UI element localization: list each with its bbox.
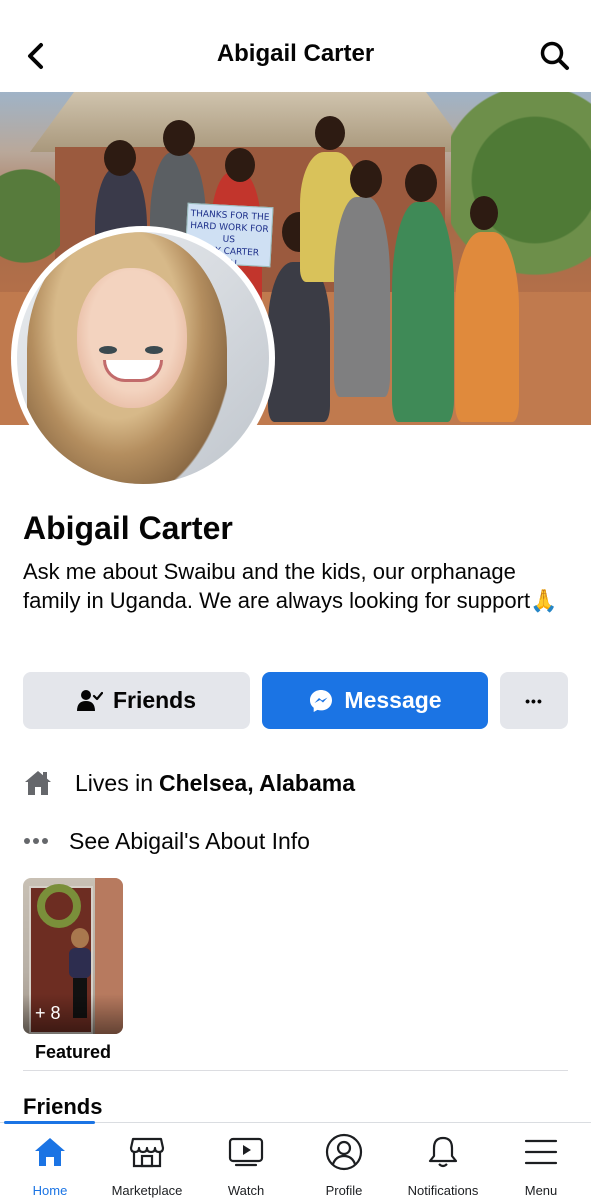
about-info-label: See Abigail's About Info [69, 827, 310, 854]
friends-button[interactable]: Friends [23, 672, 250, 729]
friends-button-label: Friends [112, 687, 197, 713]
messenger-icon [310, 689, 333, 712]
menu-icon [520, 1131, 562, 1173]
cover-child-head [163, 120, 195, 156]
featured-child-head [71, 928, 89, 948]
active-tab-indicator [4, 1121, 95, 1124]
search-button[interactable] [535, 36, 575, 76]
profile-avatar[interactable] [11, 226, 275, 490]
tab-label: Home [32, 1183, 68, 1198]
tab-menu[interactable]: Menu [491, 1131, 591, 1199]
top-header: Abigail Carter [0, 0, 591, 92]
tab-label: Marketplace [111, 1183, 183, 1198]
featured-wreath [37, 884, 81, 928]
home-icon [29, 1131, 71, 1173]
featured-collection-thumbnail[interactable]: + 8 [23, 878, 123, 1034]
cover-child [334, 197, 390, 397]
tab-label: Notifications [407, 1183, 479, 1198]
marketplace-icon [126, 1131, 168, 1173]
section-divider [23, 1070, 568, 1071]
page-title: Abigail Carter [216, 40, 375, 67]
cover-child [455, 232, 519, 422]
featured-count: + 8 [35, 1003, 61, 1023]
cover-child-head [470, 196, 498, 230]
cover-child-head [104, 140, 136, 176]
message-button[interactable]: Message [262, 672, 488, 729]
tab-profile[interactable]: Profile [294, 1131, 394, 1199]
profile-icon [323, 1131, 365, 1173]
home-icon [23, 766, 63, 800]
lives-in-row[interactable]: Lives in Chelsea, Alabama [23, 766, 355, 800]
message-button-label: Message [344, 687, 442, 713]
more-options-button[interactable]: ••• [500, 672, 568, 729]
cover-child-head [225, 148, 255, 182]
watch-icon [225, 1131, 267, 1173]
tab-marketplace[interactable]: Marketplace [97, 1131, 197, 1199]
friend-check-icon [76, 689, 103, 711]
featured-child-body [69, 948, 91, 978]
more-horizontal-icon [23, 824, 57, 858]
bottom-tab-bar: Home Marketplace Watch Profile Notificat… [0, 1121, 591, 1200]
tab-label: Profile [325, 1183, 363, 1198]
search-icon [540, 41, 569, 70]
profile-bio: Ask me about Swaibu and the kids, our or… [23, 559, 558, 613]
more-dots-icon: ••• [525, 692, 543, 709]
cover-child [392, 202, 454, 422]
lives-in-prefix: Lives in [75, 769, 153, 796]
avatar-eye [99, 346, 117, 354]
cover-child-head [350, 160, 382, 198]
cover-child [268, 262, 330, 422]
cover-roof [30, 92, 470, 152]
featured-label: Featured [34, 1042, 112, 1062]
about-info-row[interactable]: See Abigail's About Info [23, 824, 310, 858]
cover-child-head [405, 164, 437, 202]
lives-in-place[interactable]: Chelsea, Alabama [159, 770, 355, 797]
tab-home[interactable]: Home [0, 1131, 100, 1199]
tab-label: Menu [524, 1183, 558, 1198]
tab-label: Watch [227, 1183, 265, 1198]
tab-watch[interactable]: Watch [196, 1131, 296, 1199]
avatar-face [77, 268, 187, 408]
avatar-photo [17, 232, 269, 484]
cover-child-head [315, 116, 345, 150]
friends-section-heading: Friends [23, 1094, 103, 1119]
bell-icon [422, 1131, 464, 1173]
avatar-eye [145, 346, 163, 354]
tab-notifications[interactable]: Notifications [393, 1131, 493, 1199]
profile-name: Abigail Carter [23, 510, 233, 546]
